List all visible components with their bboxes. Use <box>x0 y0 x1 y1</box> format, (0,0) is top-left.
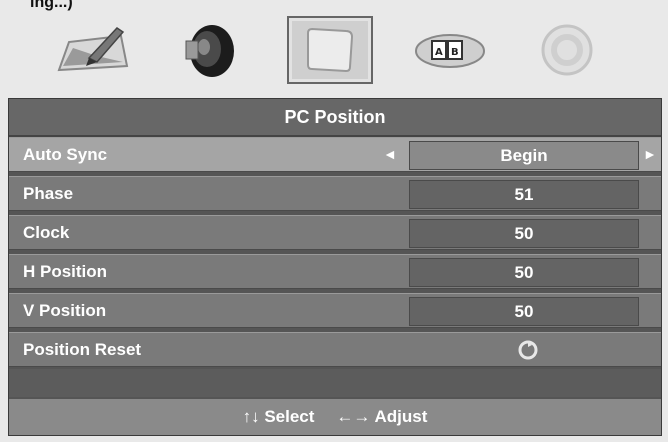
h-position-row[interactable]: H Position 50 <box>9 254 661 289</box>
setup-icon[interactable]: A B <box>395 10 505 90</box>
svg-text:A: A <box>435 47 443 58</box>
reset-icon[interactable] <box>517 339 539 361</box>
adjust-hint: Adjust <box>374 407 428 426</box>
menu-title: PC Position <box>9 99 661 137</box>
clock-value[interactable]: 50 <box>409 219 639 248</box>
left-right-arrow-icon: ←→ <box>336 407 371 426</box>
auto-sync-row[interactable]: Auto Sync ◄ Begin ► <box>9 137 661 172</box>
picture-icon[interactable] <box>38 10 148 90</box>
right-arrow-icon[interactable]: ► <box>643 138 657 171</box>
v-position-row[interactable]: V Position 50 <box>9 293 661 328</box>
auto-sync-value[interactable]: Begin <box>409 141 639 170</box>
menu-footer: ↑↓ Select ←→ Adjust <box>9 399 661 435</box>
sound-icon[interactable] <box>152 10 262 90</box>
phase-label: Phase <box>23 184 74 203</box>
position-reset-row[interactable]: Position Reset <box>9 332 661 367</box>
pc-position-menu: PC Position Auto Sync ◄ Begin ► Phase 51… <box>8 98 662 436</box>
svg-text:B: B <box>451 47 459 58</box>
v-position-label: V Position <box>23 301 107 320</box>
menu-icon-bar: A B <box>0 10 668 90</box>
up-down-arrow-icon: ↑↓ <box>242 407 260 426</box>
auto-sync-label: Auto Sync <box>23 145 108 164</box>
position-reset-label: Position Reset <box>23 340 142 359</box>
h-position-value[interactable]: 50 <box>409 258 639 287</box>
pc-position-icon[interactable] <box>275 10 385 90</box>
v-position-value[interactable]: 50 <box>409 297 639 326</box>
h-position-label: H Position <box>23 262 108 281</box>
menu-spacer <box>9 369 661 397</box>
phase-row[interactable]: Phase 51 <box>9 176 661 211</box>
clock-row[interactable]: Clock 50 <box>9 215 661 250</box>
left-arrow-icon[interactable]: ◄ <box>383 138 397 171</box>
selected-icon-frame <box>287 16 373 84</box>
phase-value[interactable]: 51 <box>409 180 639 209</box>
option-icon[interactable] <box>512 10 622 90</box>
select-hint: Select <box>264 407 315 426</box>
clock-label: Clock <box>23 223 70 242</box>
